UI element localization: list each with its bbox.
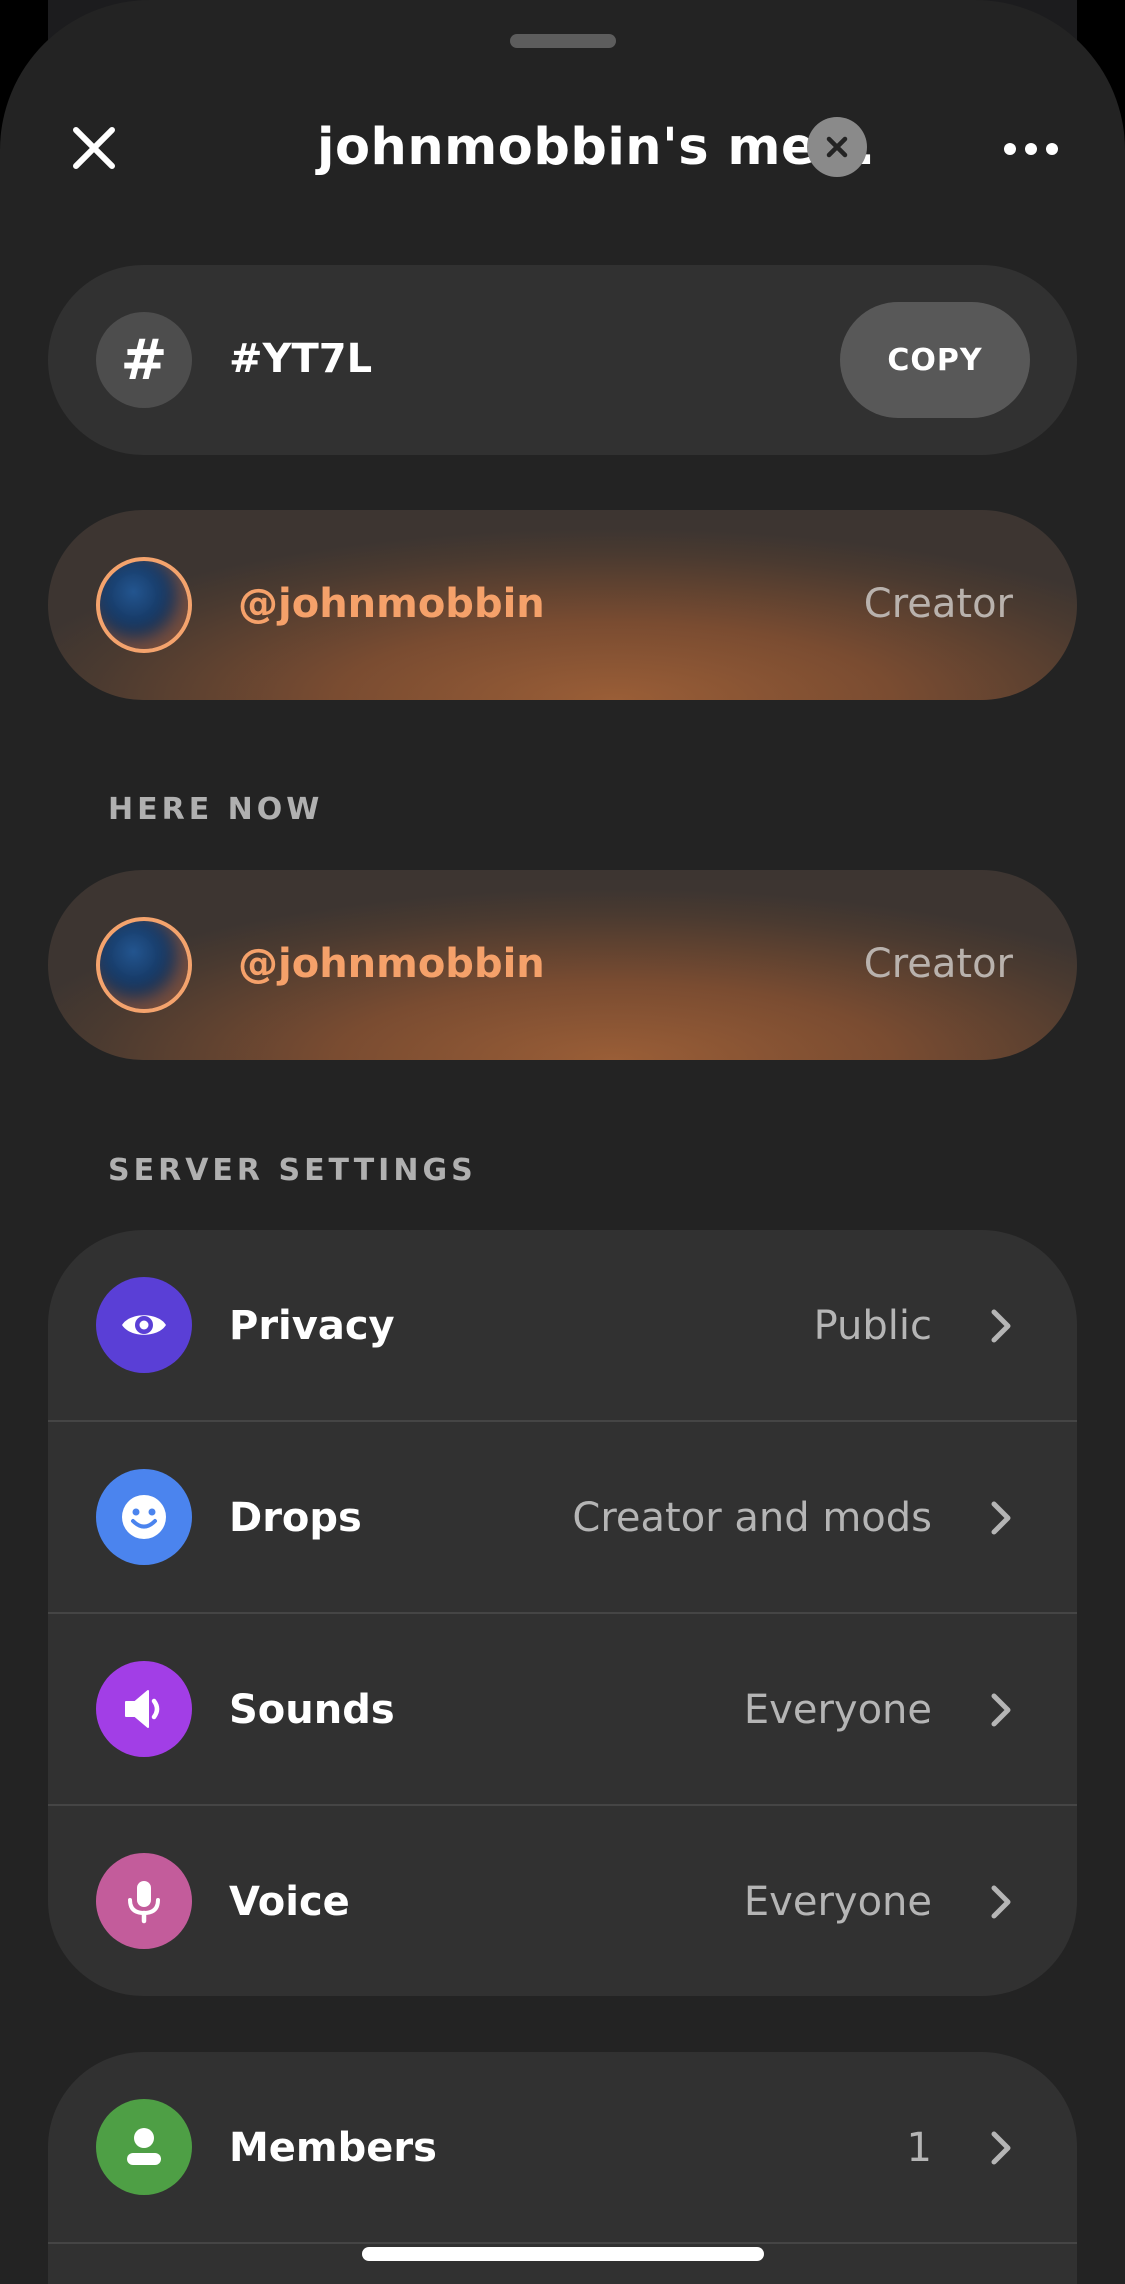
sheet-grabber[interactable] <box>510 34 616 48</box>
settings-row-sounds[interactable]: Sounds Everyone <box>48 1614 1077 1806</box>
more-horizontal-icon <box>1004 143 1016 155</box>
settings-row-voice[interactable]: Voice Everyone <box>48 1806 1077 1996</box>
more-dot <box>1046 143 1058 155</box>
settings-row-drops[interactable]: Drops Creator and mods <box>48 1422 1077 1614</box>
settings-row-value: Public <box>813 1303 932 1349</box>
chevron-right-icon <box>977 1494 1025 1542</box>
page-title: johnmobbin's me... <box>317 118 876 177</box>
section-label-here-now: HERE NOW <box>108 792 324 827</box>
section-label-server-settings: SERVER SETTINGS <box>108 1153 477 1188</box>
members-label: Members <box>229 2125 437 2171</box>
close-icon <box>73 127 115 169</box>
server-info-sheet: johnmobbin's me... # #YT7L COPY @johnmob… <box>0 0 1125 2284</box>
server-settings-list: Privacy Public Drops Creator and mods So… <box>48 1230 1077 1996</box>
settings-row-label: Privacy <box>229 1303 395 1349</box>
chevron-right-icon <box>977 2124 1025 2172</box>
chevron-right-icon <box>977 1878 1025 1926</box>
settings-row-privacy[interactable]: Privacy Public <box>48 1230 1077 1422</box>
settings-row-value: Everyone <box>743 1879 932 1925</box>
creator-user-row[interactable]: @johnmobbin Creator <box>48 510 1077 700</box>
speaker-icon <box>96 1661 192 1757</box>
user-role: Creator <box>863 941 1013 987</box>
avatar <box>96 557 192 653</box>
username: @johnmobbin <box>238 941 545 987</box>
smiley-icon <box>96 1469 192 1565</box>
microphone-icon <box>96 1853 192 1949</box>
server-code-pill: # #YT7L COPY <box>48 265 1077 455</box>
avatar <box>96 917 192 1013</box>
clear-circle-icon <box>826 136 848 158</box>
members-row[interactable]: Members 1 <box>48 2052 1077 2244</box>
members-count: 1 <box>906 2125 932 2171</box>
close-button[interactable] <box>64 118 124 178</box>
settings-row-label: Voice <box>229 1879 350 1925</box>
settings-row-value: Everyone <box>743 1687 932 1733</box>
eye-icon <box>96 1277 192 1373</box>
clear-title-button[interactable] <box>807 117 867 177</box>
copy-button[interactable]: COPY <box>840 302 1030 418</box>
settings-row-label: Sounds <box>229 1687 395 1733</box>
more-options-button[interactable] <box>996 124 1066 174</box>
divider <box>48 2242 1077 2244</box>
hash-icon: # <box>96 312 192 408</box>
person-icon <box>96 2099 192 2195</box>
chevron-right-icon <box>977 1686 1025 1734</box>
chevron-right-icon <box>977 1302 1025 1350</box>
home-indicator[interactable] <box>362 2247 764 2261</box>
server-code: #YT7L <box>229 336 373 382</box>
more-dot <box>1025 143 1037 155</box>
settings-row-value: Creator and mods <box>572 1495 932 1541</box>
username: @johnmobbin <box>238 581 545 627</box>
settings-row-label: Drops <box>229 1495 362 1541</box>
user-role: Creator <box>863 581 1013 627</box>
here-now-user-row[interactable]: @johnmobbin Creator <box>48 870 1077 1060</box>
